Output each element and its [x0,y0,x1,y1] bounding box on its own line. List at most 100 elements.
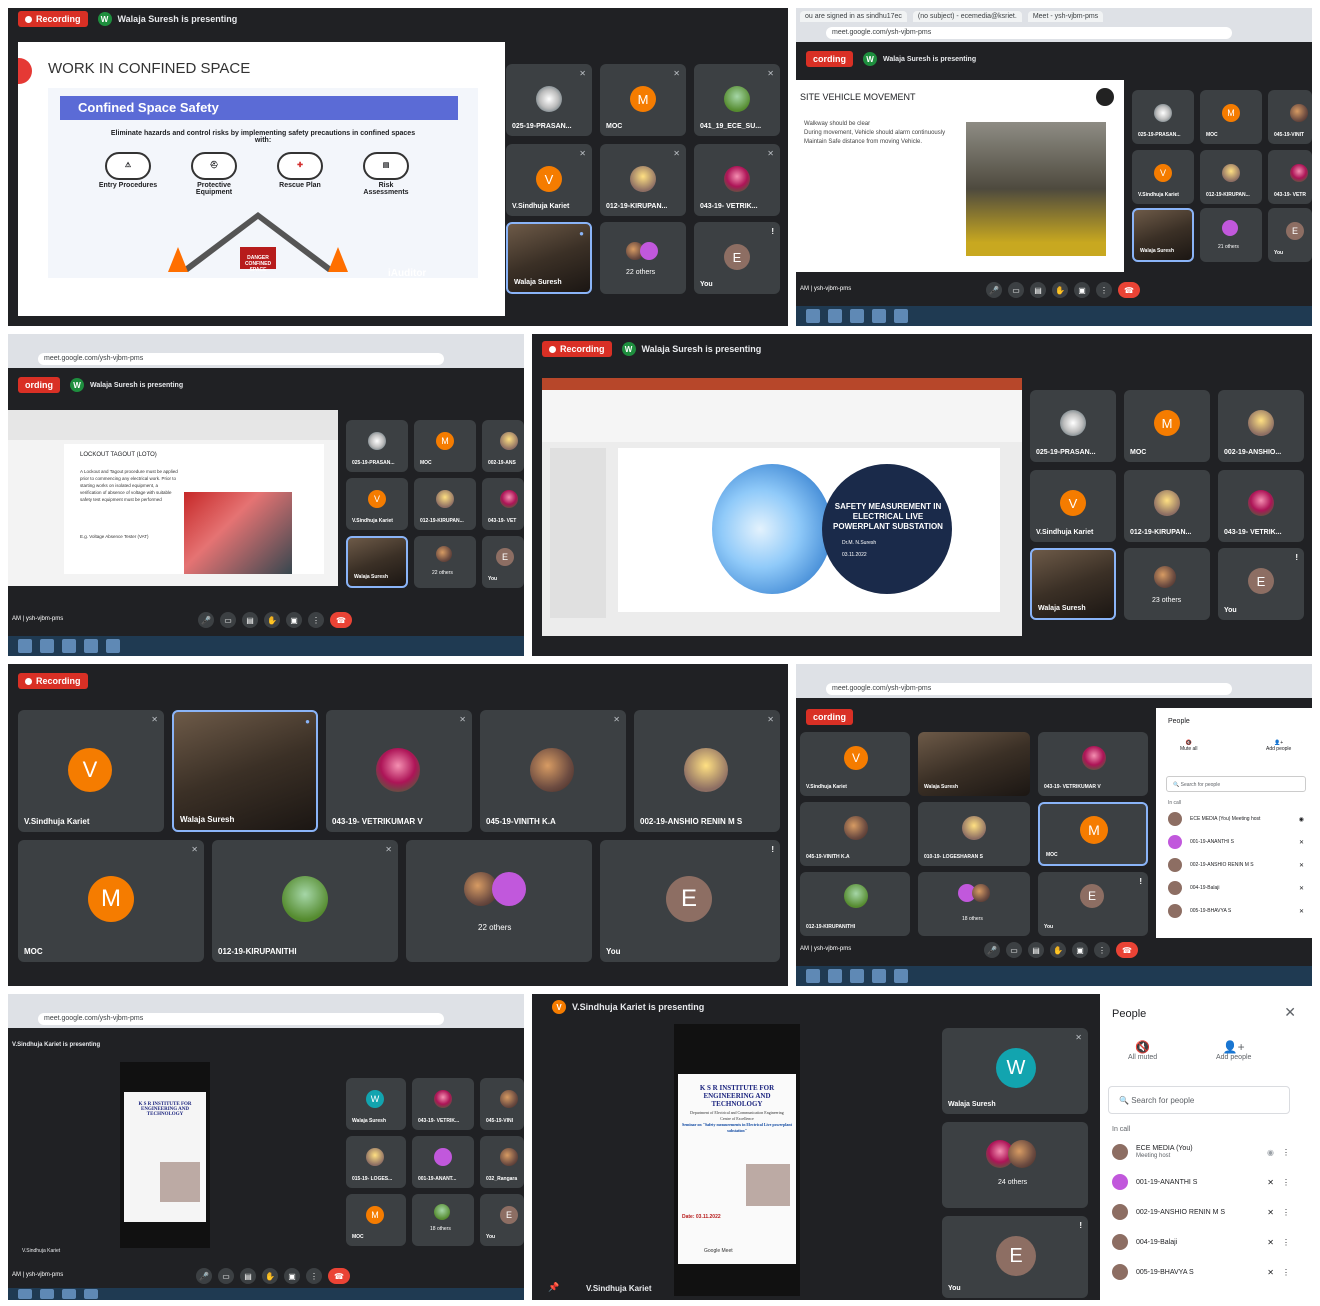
more-button[interactable]: ⋮ [308,612,324,628]
more-icon[interactable]: ⋮ [1282,1148,1290,1157]
mic-button[interactable]: 🎤 [196,1268,212,1284]
more-button[interactable]: ⋮ [306,1268,322,1284]
participant-tile[interactable]: ! E You [942,1216,1088,1298]
participant-tile[interactable]: 21 others [1200,208,1262,262]
address-bar[interactable]: meet.google.com/ysh-vjbm-pms [826,27,1232,39]
participant-tile[interactable]: 032_Rangara [480,1136,524,1188]
participant-tile[interactable]: 045-19-VINIT [1268,90,1312,144]
app-icon[interactable] [62,1289,76,1299]
app-icon[interactable] [18,1289,32,1299]
participant-row[interactable]: 001-19-ANANTHI S ✕ [1168,835,1304,849]
participant-tile[interactable]: ● Walaja Suresh [506,222,592,294]
participant-tile[interactable]: ! E You [600,840,780,962]
participant-tile[interactable]: ✕ 043-19- VETRIK... [694,144,780,216]
participant-tile[interactable]: V V.Sindhuja Kariet [1030,470,1116,542]
app-icon[interactable] [828,309,842,323]
present-button[interactable]: ▣ [1072,942,1088,958]
app-icon[interactable] [872,969,886,983]
participant-tile[interactable]: 025-19-PRASAN... [346,420,408,472]
app-icon[interactable] [850,969,864,983]
participant-tile[interactable]: E You [1268,208,1312,262]
participant-tile[interactable]: ● Walaja Suresh [172,710,318,832]
participant-tile[interactable]: 002-19-ANS [482,420,524,472]
more-button[interactable]: ⋮ [1096,282,1112,298]
participant-tile[interactable]: 045-19-VINI [480,1078,524,1130]
mic-button[interactable]: 🎤 [198,612,214,628]
participant-row[interactable]: 002-19-ANSHIO RENIN M S ✕ ⋮ [1112,1204,1290,1220]
participant-tile[interactable]: M MOC [1038,802,1148,866]
add-people-button[interactable]: 👤+ Add people [1266,740,1291,752]
participant-tile[interactable]: 23 others [1124,548,1210,620]
captions-button[interactable]: ▤ [1028,942,1044,958]
captions-button[interactable]: ▤ [1030,282,1046,298]
participant-row[interactable]: ECE MEDIA (You) Meeting host ◉ ⋮ [1112,1144,1290,1160]
captions-button[interactable]: ▤ [240,1268,256,1284]
participant-tile[interactable]: 012-19-KIRUPAN... [1124,470,1210,542]
browser-tab[interactable]: Meet - ysh-vjbm-pms [1027,11,1104,22]
browser-tab[interactable]: (no subject) - ecemedia@ksriet. [912,11,1022,22]
participant-tile[interactable]: V V.Sindhuja Kariet [1132,150,1194,204]
participant-tile[interactable]: 24 others [942,1122,1088,1208]
participant-row[interactable]: 004-19-Balaji ✕ ⋮ [1112,1234,1290,1250]
address-bar[interactable]: meet.google.com/ysh-vjbm-pms [38,1013,444,1025]
participant-tile[interactable]: 010-19- LOGESHARAN S [918,802,1030,866]
app-icon[interactable] [894,309,908,323]
participant-tile[interactable]: Walaja Suresh [346,536,408,588]
participant-tile[interactable]: 012-19-KIRUPAN... [1200,150,1262,204]
participant-tile[interactable]: 18 others [412,1194,474,1246]
participant-tile[interactable]: Walaja Suresh [1132,208,1194,262]
mute-all-button[interactable]: 🔇 Mute all [1180,740,1198,752]
participant-row[interactable]: 002-19-ANSHIO RENIN M S ✕ [1168,858,1304,872]
participant-tile[interactable]: 012-19-KIRUPAN... [414,478,476,530]
participant-tile[interactable]: 045-19-VINITH K.A [800,802,910,866]
participant-tile[interactable]: M MOC [1200,90,1262,144]
participant-row[interactable]: ECE MEDIA (You) Meeting host ◉ [1168,812,1304,826]
participant-tile[interactable]: 043-19- VETRIK... [1218,470,1304,542]
participant-tile[interactable]: 012-19-KIRUPANITHI [800,872,910,936]
app-icon[interactable] [894,969,908,983]
participant-row[interactable]: 005-19-BHAVYA S ✕ ⋮ [1112,1264,1290,1280]
app-icon[interactable] [872,309,886,323]
participant-tile[interactable]: ✕ 012-19-KIRUPAN... [600,144,686,216]
more-icon[interactable]: ⋮ [1282,1178,1290,1187]
present-button[interactable]: ▣ [286,612,302,628]
participant-tile[interactable]: ✕ M MOC [18,840,204,962]
participant-tile[interactable]: ✕ V V.Sindhuja Kariet [18,710,164,832]
camera-button[interactable]: ▭ [1006,942,1022,958]
participant-tile[interactable]: 043-19- VETRIKUMAR V [1038,732,1148,796]
participant-tile[interactable]: 043-19- VETRIK... [412,1078,474,1130]
app-icon[interactable] [806,969,820,983]
leave-call-button[interactable]: ☎ [330,612,352,628]
participant-tile[interactable]: ✕ 012-19-KIRUPANITHI [212,840,398,962]
present-button[interactable]: ▣ [284,1268,300,1284]
close-icon[interactable]: ✕ [1284,1004,1296,1021]
app-icon[interactable] [828,969,842,983]
search-input[interactable]: 🔍 Search for people [1166,776,1306,792]
participant-tile[interactable]: E You [480,1194,524,1246]
participant-tile[interactable]: ✕ W Walaja Suresh [942,1028,1088,1114]
hand-button[interactable]: ✋ [1050,942,1066,958]
participant-tile[interactable]: E You [482,536,524,588]
more-button[interactable]: ⋮ [1094,942,1110,958]
app-icon[interactable] [806,309,820,323]
participant-tile[interactable]: V V.Sindhuja Kariet [800,732,910,796]
browser-tab[interactable]: ou are signed in as sindhu17ec [800,11,907,22]
search-input[interactable]: 🔍 Search for people [1108,1086,1290,1114]
participant-tile[interactable]: 22 others [600,222,686,294]
app-icon[interactable] [18,639,32,653]
camera-button[interactable]: ▭ [1008,282,1024,298]
mic-button[interactable]: 🎤 [986,282,1002,298]
app-icon[interactable] [62,639,76,653]
participant-tile[interactable]: V V.Sindhuja Kariet [346,478,408,530]
participant-row[interactable]: 004-19-Balaji ✕ [1168,881,1304,895]
participant-tile[interactable]: Walaja Suresh [1030,548,1116,620]
captions-button[interactable]: ▤ [242,612,258,628]
more-icon[interactable]: ⋮ [1282,1268,1290,1277]
participant-tile[interactable]: ! E You [694,222,780,294]
participant-tile[interactable]: Walaja Suresh [918,732,1030,796]
participant-tile[interactable]: M MOC [346,1194,406,1246]
address-bar[interactable]: meet.google.com/ysh-vjbm-pms [38,353,444,365]
app-icon[interactable] [40,639,54,653]
participant-row[interactable]: 001-19-ANANTHI S ✕ ⋮ [1112,1174,1290,1190]
participant-tile[interactable]: 18 others [918,872,1030,936]
